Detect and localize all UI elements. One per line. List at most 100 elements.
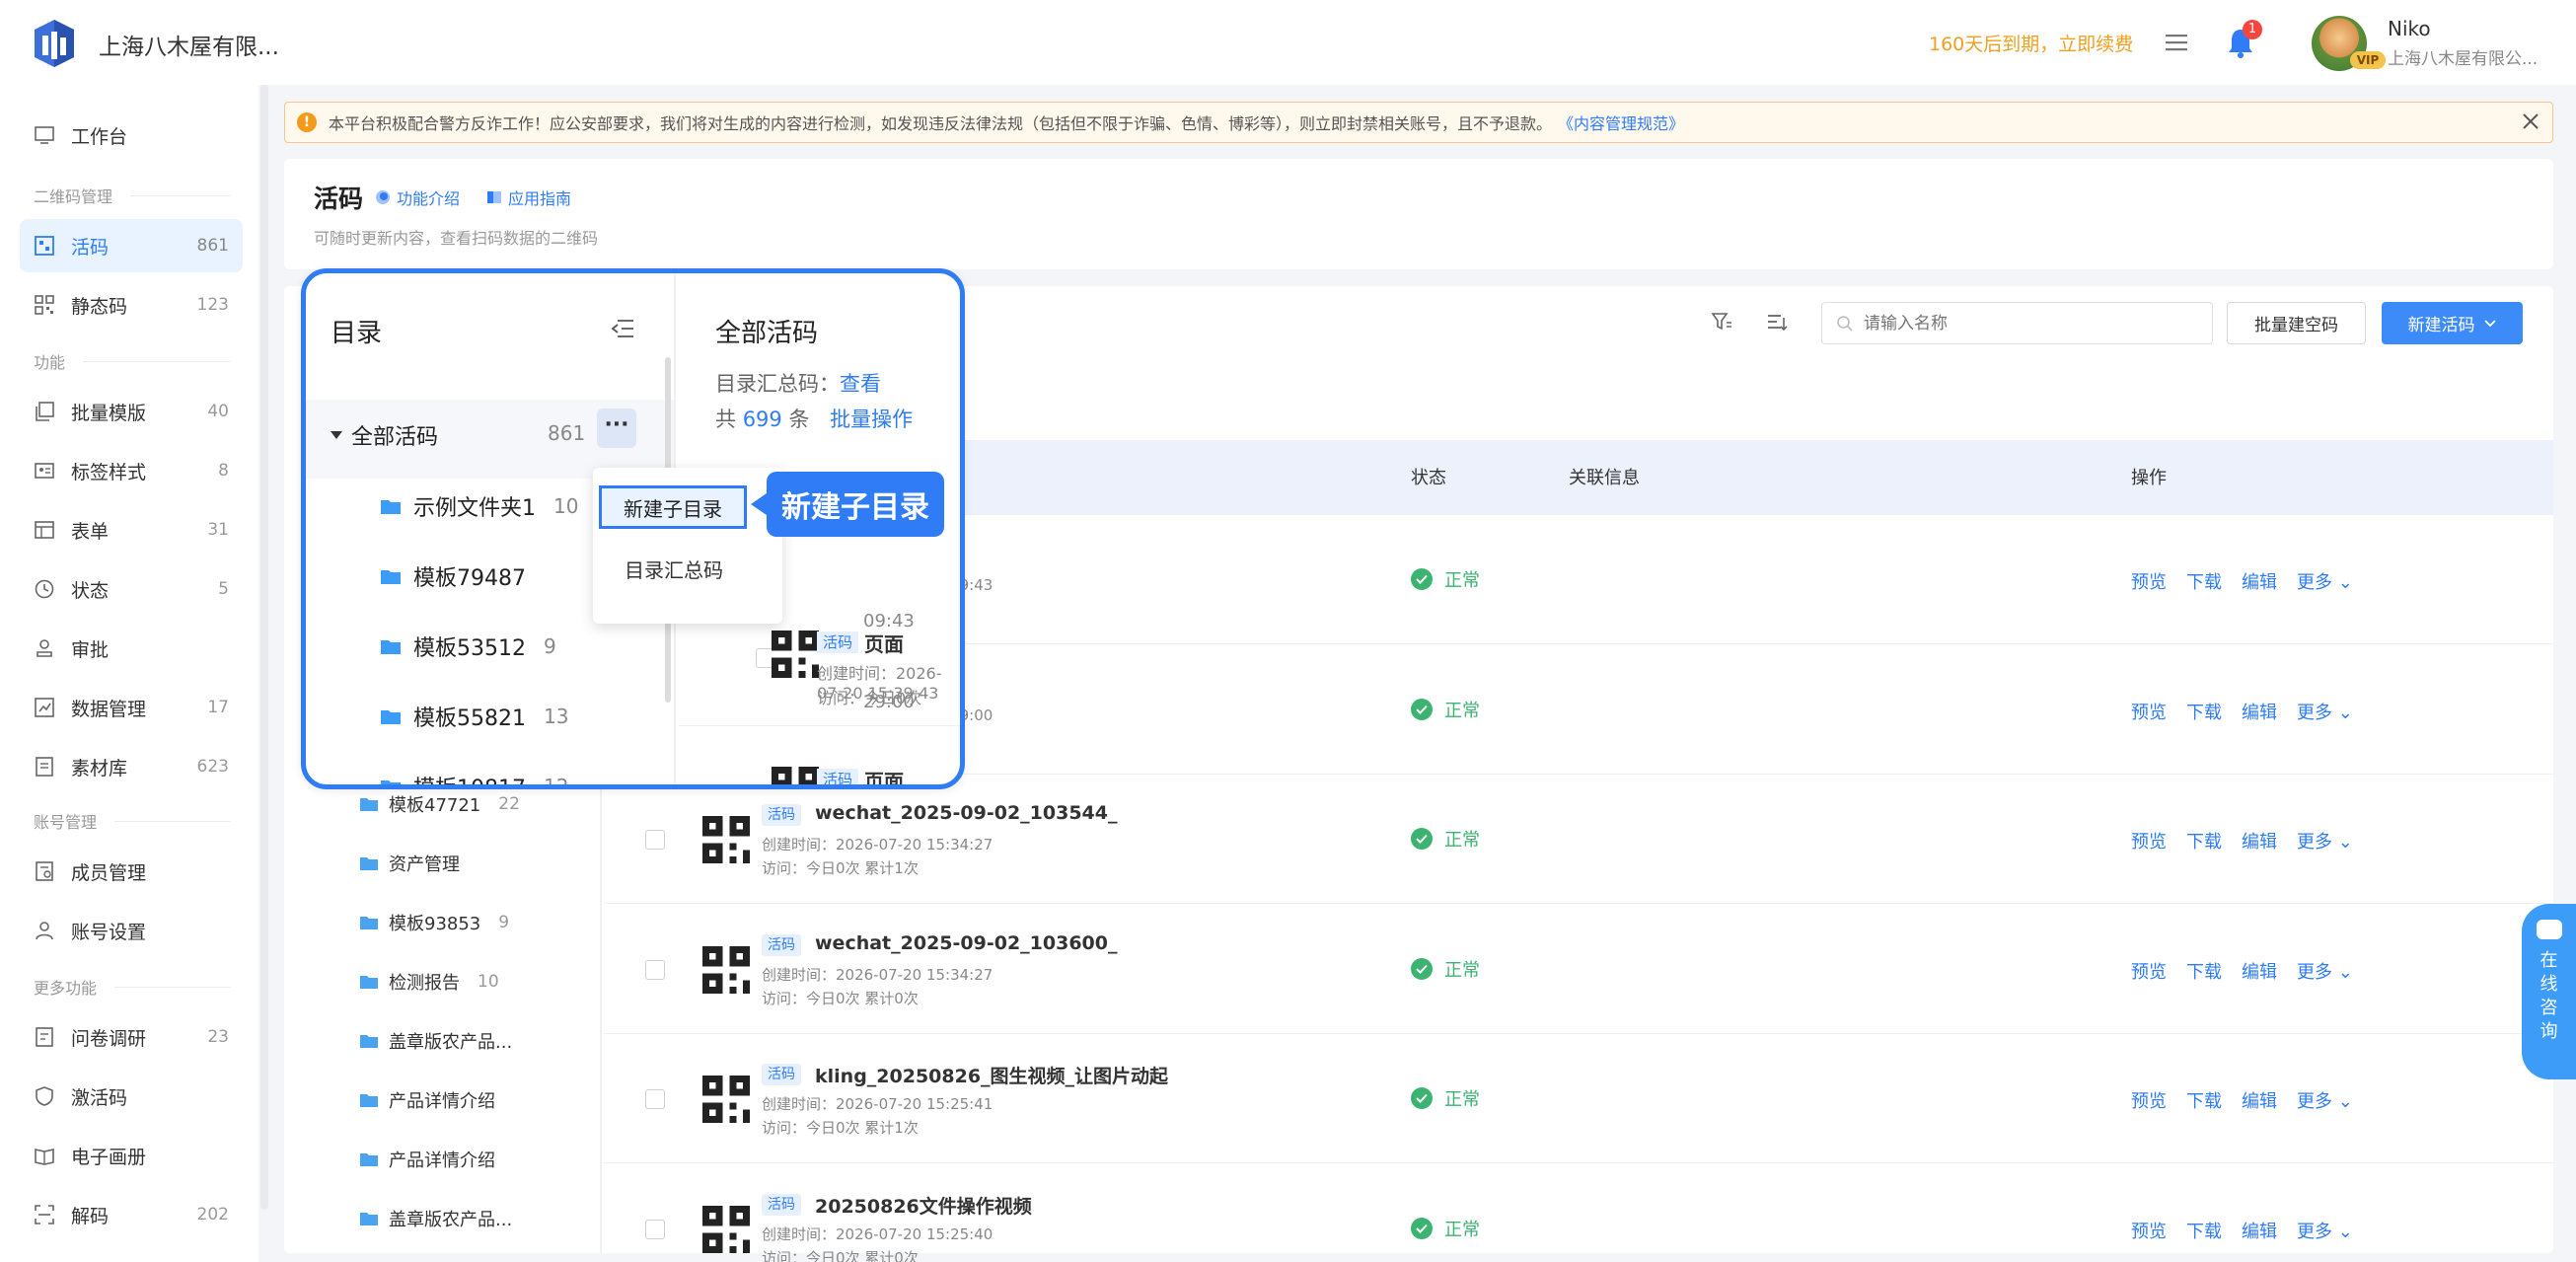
sidebar-item-activate[interactable]: 激活码 (20, 1070, 243, 1123)
qr-thumbnail[interactable] (702, 1076, 750, 1123)
sidebar-item-decode[interactable]: 解码 202 (20, 1188, 243, 1241)
sidebar-item-survey[interactable]: 问卷调研 23 (20, 1010, 243, 1064)
table-row[interactable]: 活码 kling_20250826_图生视频_让图片动起 创建时间：2026-07-… (604, 1034, 2553, 1163)
scan-icon (34, 1204, 55, 1225)
batch-empty-code-button[interactable]: 批量建空码 (2227, 302, 2366, 344)
sidebar-item-workbench[interactable]: 工作台 (20, 109, 243, 162)
search-input[interactable] (1864, 313, 2179, 334)
view-summary-link[interactable]: 查看 (840, 372, 881, 396)
download-link[interactable]: 下载 (2186, 958, 2222, 984)
qr-thumbnail[interactable] (702, 946, 750, 994)
renew-link[interactable]: 160天后到期，立即续费 (1929, 30, 2133, 56)
caret-down-icon (330, 429, 343, 441)
sidebar-item-members[interactable]: 成员管理 (20, 845, 243, 898)
collapse-icon[interactable] (610, 318, 635, 339)
tree-folder-item[interactable]: 盖章版农产品... (359, 1028, 530, 1054)
code-name[interactable]: kling_20250826_图生视频_让图片动起 (815, 1062, 1168, 1088)
table-row[interactable]: 活码 wechat_2025-09-02_103600_ 创建时间：2026-07-… (604, 905, 2553, 1034)
row-checkbox[interactable] (645, 1089, 665, 1109)
popup-folder-item[interactable]: 模板10817 12 (380, 771, 568, 784)
edit-link[interactable]: 编辑 (2242, 699, 2277, 724)
row-checkbox[interactable] (645, 1220, 665, 1239)
popup-row1-name[interactable]: 页面 (864, 629, 904, 657)
code-name[interactable]: 20250826文件操作视频 (815, 1192, 1032, 1219)
edit-link[interactable]: 编辑 (2242, 1218, 2277, 1243)
edit-link[interactable]: 编辑 (2242, 568, 2277, 594)
tree-folder-item[interactable]: 产品详情介绍 (359, 1087, 513, 1113)
menu-icon[interactable] (2164, 30, 2189, 55)
preview-link[interactable]: 预览 (2131, 568, 2167, 594)
row-checkbox[interactable] (645, 960, 665, 980)
popup-scrollbar[interactable] (665, 357, 671, 703)
edit-link[interactable]: 编辑 (2242, 828, 2277, 854)
download-link[interactable]: 下载 (2186, 699, 2222, 724)
brand-logo-icon[interactable] (30, 16, 79, 69)
app-guide-link[interactable]: 应用指南 (486, 186, 571, 209)
table-row[interactable]: 活码 20250826文件操作视频 创建时间：2026-07-20 15:25:40… (604, 1164, 2553, 1262)
sidebar-item-live-code[interactable]: 活码 861 (20, 219, 243, 272)
tree-root-all-codes[interactable]: 全部活码 (330, 419, 438, 451)
more-dropdown[interactable]: 更多 ⌄ (2297, 828, 2353, 854)
tree-folder-item[interactable]: 资产管理 (359, 851, 478, 876)
tree-folder-label: 盖章版农产品... (389, 1032, 513, 1053)
popup-folder-item[interactable]: 示例文件夹1 10 (380, 490, 578, 522)
preview-link[interactable]: 预览 (2131, 828, 2167, 854)
download-link[interactable]: 下载 (2186, 1087, 2222, 1113)
more-dropdown[interactable]: 更多 ⌄ (2297, 699, 2353, 724)
sidebar-item-batch-template[interactable]: 批量模版 40 (20, 385, 243, 438)
download-link[interactable]: 下载 (2186, 568, 2222, 594)
download-link[interactable]: 下载 (2186, 1218, 2222, 1243)
download-link[interactable]: 下载 (2186, 828, 2222, 854)
sidebar-item-status[interactable]: 状态 5 (20, 562, 243, 616)
sidebar-item-approval[interactable]: 审批 (20, 622, 243, 675)
sidebar-scrollbar[interactable] (260, 85, 268, 1210)
tree-folder-item[interactable]: 模板47721 22 (359, 791, 520, 817)
tree-root-count: 861 (548, 421, 586, 445)
popup-folder-item[interactable]: 模板79487 (380, 560, 544, 592)
more-dropdown[interactable]: 更多 ⌄ (2297, 1218, 2353, 1243)
feature-intro-link[interactable]: 功能介绍 (375, 186, 460, 209)
tree-folder-item[interactable]: 产品详情介绍 (359, 1147, 513, 1172)
batch-ops-link[interactable]: 批量操作 (830, 408, 913, 431)
sidebar-item-account-settings[interactable]: 账号设置 (20, 904, 243, 957)
preview-link[interactable]: 预览 (2131, 958, 2167, 984)
new-live-code-button[interactable]: 新建活码 (2382, 302, 2523, 344)
sidebar-item-form[interactable]: 表单 31 (20, 503, 243, 557)
tree-folder-item[interactable]: 盖章版农产品... (359, 1206, 530, 1231)
tree-folder-item[interactable]: 检测报告 10 (359, 969, 499, 995)
code-name[interactable]: wechat_2025-09-02_103544_ (815, 802, 1118, 824)
more-dropdown[interactable]: 更多 ⌄ (2297, 958, 2353, 984)
preview-link[interactable]: 预览 (2131, 1218, 2167, 1243)
preview-link[interactable]: 预览 (2131, 1087, 2167, 1113)
tree-folder-item[interactable]: 模板93853 9 (359, 910, 509, 935)
popup-folder-item[interactable]: 模板55821 13 (380, 701, 568, 732)
qr-thumbnail[interactable] (702, 816, 750, 863)
feature-intro-label: 功能介绍 (397, 189, 461, 208)
more-dropdown[interactable]: 更多 ⌄ (2297, 568, 2353, 594)
sidebar-item-material[interactable]: 素材库 623 (20, 740, 243, 793)
popup-folder-item[interactable]: 模板53512 9 (380, 631, 556, 662)
edit-link[interactable]: 编辑 (2242, 958, 2277, 984)
online-consult-button[interactable]: 在线咨询 (2522, 904, 2576, 1079)
filter-icon[interactable] (1710, 310, 1733, 334)
row-checkbox[interactable] (645, 830, 665, 850)
code-name[interactable]: wechat_2025-09-02_103600_ (815, 932, 1118, 954)
more-options-button[interactable]: ··· (597, 408, 636, 448)
close-icon[interactable] (2520, 111, 2541, 132)
edit-link[interactable]: 编辑 (2242, 1087, 2277, 1113)
qr-thumbnail[interactable] (702, 1206, 750, 1253)
popup-right-title: 全部活码 (715, 319, 819, 348)
sidebar-item-static-code[interactable]: 静态码 123 (20, 278, 243, 332)
sidebar-item-label-style[interactable]: 标签样式 8 (20, 444, 243, 497)
table-row[interactable]: 活码 wechat_2025-09-02_103544_ 创建时间：2026-07-… (604, 775, 2553, 904)
content-policy-link[interactable]: 《内容管理规范》 (1558, 111, 1684, 134)
search-box[interactable] (1821, 302, 2213, 344)
sidebar-item-ebook[interactable]: 电子画册 (20, 1129, 243, 1182)
sidebar-item-data-mgmt[interactable]: 数据管理 17 (20, 681, 243, 734)
preview-link[interactable]: 预览 (2131, 699, 2167, 724)
user-name[interactable]: Niko (2388, 17, 2431, 40)
sidebar-item-label: 表单 (71, 520, 110, 543)
more-dropdown[interactable]: 更多 ⌄ (2297, 1087, 2353, 1113)
popup-row2-name[interactable]: 页面 (864, 766, 904, 784)
sort-icon[interactable] (1765, 310, 1789, 334)
